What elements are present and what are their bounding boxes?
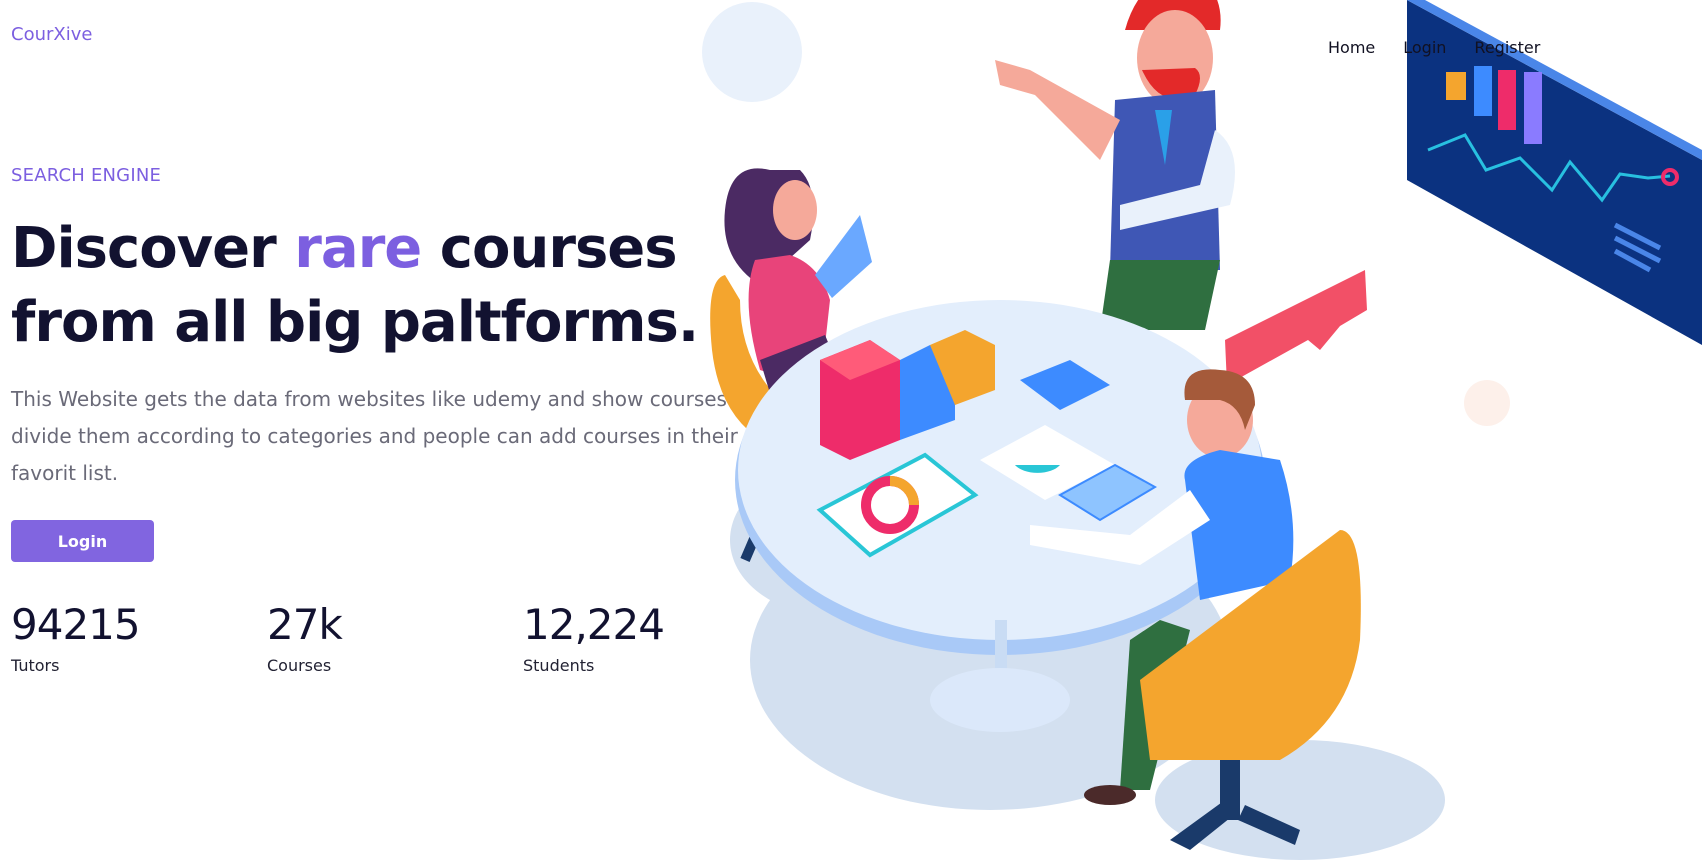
- hero-eyebrow: SEARCH ENGINE: [11, 165, 162, 186]
- brand-logo[interactable]: CourXive: [11, 24, 92, 45]
- hero-headline: Discover rare courses from all big paltf…: [11, 212, 791, 360]
- stat-students: 12,224 Students: [523, 600, 665, 675]
- stat-courses-label: Courses: [267, 656, 332, 675]
- login-button[interactable]: Login: [11, 520, 154, 562]
- stat-students-value: 12,224: [523, 600, 665, 649]
- stat-courses: 27k Courses: [267, 600, 343, 675]
- nav-login-link[interactable]: Login: [1403, 38, 1446, 57]
- top-nav: Home Login Register: [1328, 38, 1540, 57]
- stat-tutors: 94215 Tutors: [11, 600, 141, 675]
- stat-students-label: Students: [523, 656, 595, 675]
- nav-register-link[interactable]: Register: [1474, 38, 1540, 57]
- stat-courses-value: 27k: [267, 600, 343, 649]
- headline-accent-word: rare: [294, 216, 422, 281]
- stat-tutors-value: 94215: [11, 600, 141, 649]
- stat-tutors-label: Tutors: [11, 656, 60, 675]
- nav-home-link[interactable]: Home: [1328, 38, 1375, 57]
- headline-text-start: Discover: [11, 216, 295, 281]
- team-meeting-illustration: [702, 0, 1702, 860]
- hero-description: This Website gets the data from websites…: [11, 387, 771, 485]
